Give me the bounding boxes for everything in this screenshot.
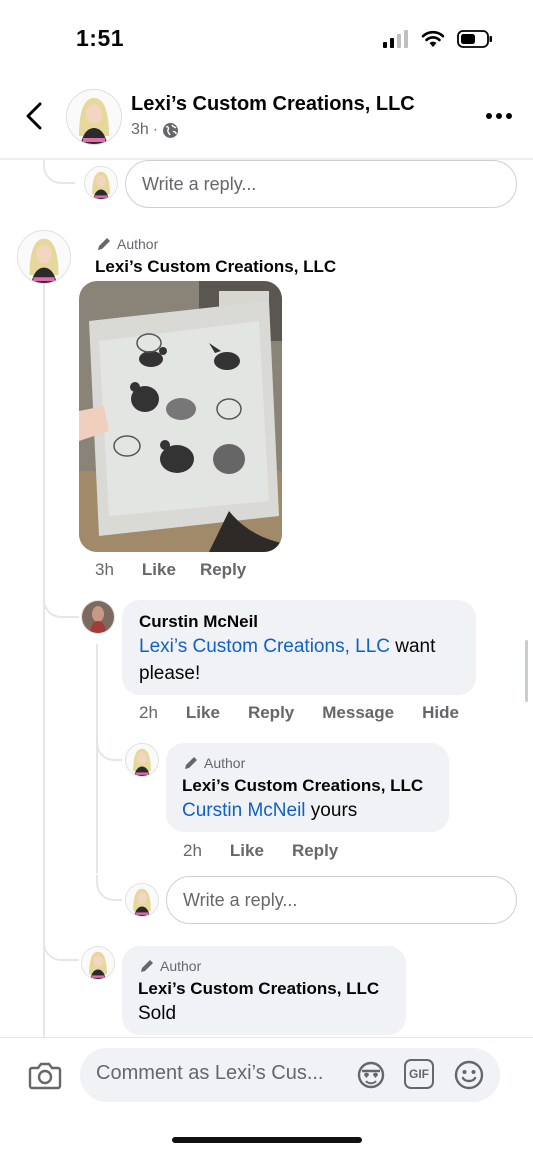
comment-time: 2h (183, 841, 202, 860)
gif-icon[interactable]: GIF (404, 1059, 434, 1089)
comment-text-part: want (389, 636, 436, 657)
globe-icon (163, 122, 179, 138)
comment-author-name[interactable]: Lexi’s Custom Creations, LLC (95, 257, 336, 277)
thread-connector (43, 160, 75, 184)
commenter-avatar[interactable] (81, 600, 115, 634)
page-avatar[interactable] (66, 89, 122, 145)
comment-text-line: please! (139, 663, 201, 684)
gif-label: GIF (409, 1067, 429, 1081)
reply-button[interactable]: Reply (292, 841, 338, 861)
signal-icon (383, 30, 408, 48)
back-icon[interactable] (18, 98, 50, 134)
like-button[interactable]: Like (186, 703, 220, 723)
meta-dot: · (152, 121, 159, 138)
comment-photo[interactable] (79, 281, 282, 552)
thread-connector (43, 592, 79, 618)
post-time: 3h (131, 121, 149, 138)
author-badge-label: Author (117, 236, 159, 252)
status-time: 1:51 (76, 25, 125, 51)
hide-button[interactable]: Hide (422, 703, 459, 723)
emoji-icon[interactable] (453, 1059, 485, 1091)
comment-text: Lexi’s Custom Creations, LLC want please… (139, 633, 469, 687)
author-badge: Author (139, 958, 201, 974)
thread-line (43, 284, 45, 1038)
like-button[interactable]: Like (142, 560, 176, 580)
reply-input-placeholder: Write a reply... (142, 173, 257, 194)
comment-actions: 2h Like Reply Message Hide (139, 703, 459, 723)
author-badge-label: Author (204, 755, 246, 771)
like-button[interactable]: Like (230, 841, 264, 861)
comment-author-name[interactable]: Lexi’s Custom Creations, LLC (138, 979, 379, 999)
comment-text-part: yours (305, 800, 358, 821)
reply-input-placeholder: Write a reply... (183, 889, 298, 910)
battery-icon (457, 30, 492, 48)
pencil-icon (98, 238, 110, 250)
home-indicator (172, 1137, 362, 1143)
comment-author-name[interactable]: Lexi’s Custom Creations, LLC (182, 776, 423, 796)
user-avatar (84, 166, 118, 200)
comment-actions: 3h Like Reply (95, 560, 246, 580)
scrollbar[interactable] (525, 640, 528, 702)
wifi-icon (421, 30, 445, 47)
comment-text: Sold (138, 1003, 177, 1024)
comment-actions: 2h Like Reply (183, 841, 338, 861)
comment-bubble: Curstin McNeil Lexi’s Custom Creations, … (122, 600, 476, 695)
thread-line (96, 644, 98, 874)
comment-bubble: Author Lexi’s Custom Creations, LLC Curs… (166, 743, 449, 832)
thread-connector (96, 875, 122, 901)
reply-button[interactable]: Reply (200, 560, 246, 580)
author-avatar[interactable] (81, 946, 115, 980)
thread-connector (43, 935, 79, 961)
status-icons (383, 28, 493, 50)
more-options-icon[interactable] (485, 106, 513, 126)
author-badge: Author (183, 755, 245, 771)
pencil-icon (185, 757, 197, 769)
message-button[interactable]: Message (322, 703, 394, 723)
comment-author-name[interactable]: Curstin McNeil (139, 612, 258, 632)
comment-bubble: Author Lexi’s Custom Creations, LLC Sold (122, 946, 406, 1035)
author-badge-label: Author (160, 958, 202, 974)
page-title[interactable]: Lexi’s Custom Creations, LLC (131, 93, 415, 116)
composer-divider (0, 1037, 533, 1038)
reply-input[interactable]: Write a reply... (125, 160, 517, 208)
user-avatar (125, 883, 159, 917)
thread-connector (96, 735, 122, 761)
camera-icon[interactable] (28, 1060, 62, 1090)
reply-button[interactable]: Reply (248, 703, 294, 723)
author-avatar[interactable] (125, 743, 159, 777)
comment-time: 2h (139, 703, 158, 722)
author-avatar[interactable] (17, 230, 71, 284)
comment-input-placeholder: Comment as Lexi’s Cus... (96, 1062, 324, 1084)
author-badge: Author (96, 236, 158, 252)
comment-text: Curstin McNeil yours (182, 797, 447, 824)
mention-link[interactable]: Lexi’s Custom Creations, LLC (139, 636, 390, 657)
mention-link[interactable]: Curstin McNeil (182, 800, 306, 821)
avatar-sticker-icon[interactable] (355, 1059, 387, 1091)
comment-time: 3h (95, 560, 114, 579)
post-meta: 3h · (131, 121, 179, 139)
pencil-icon (141, 960, 153, 972)
reply-input[interactable]: Write a reply... (166, 876, 517, 924)
